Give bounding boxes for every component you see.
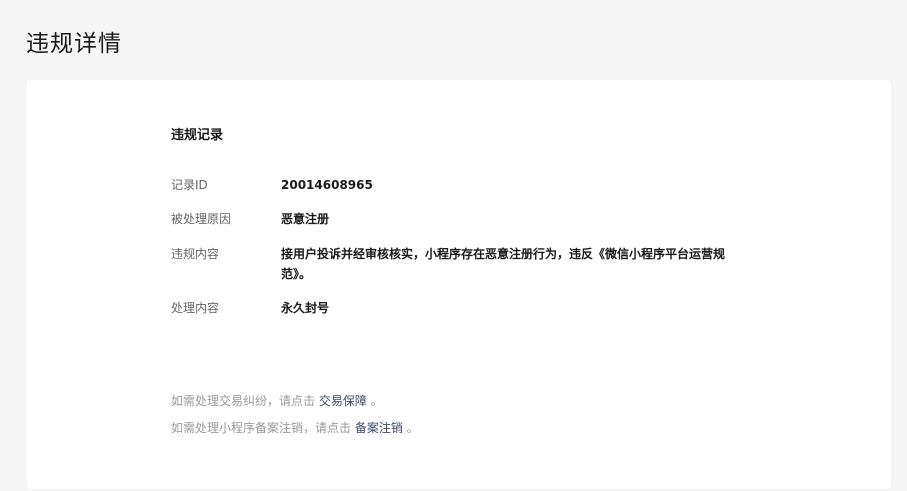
reason-value: 恶意注册	[281, 212, 330, 226]
trade-protection-link[interactable]: 交易保障	[319, 394, 367, 408]
filing-cancel-note: 如需处理小程序备案注销，请点击 备案注销 。	[171, 418, 419, 438]
violation-detail-card: 违规记录 记录ID 20014608965 被处理原因 恶意注册 违规内容 接用…	[27, 80, 891, 489]
filing-note-suffix: 。	[402, 421, 419, 435]
section-title: 违规记录	[171, 128, 224, 143]
page-title: 违规详情	[26, 31, 122, 57]
record-id-label: 记录ID	[171, 178, 208, 192]
filing-note-prefix: 如需处理小程序备案注销，请点击	[171, 421, 355, 435]
violation-content-label: 违规内容	[171, 247, 220, 261]
reason-label: 被处理原因	[171, 212, 232, 226]
trade-dispute-note: 如需处理交易纠纷，请点击 交易保障 。	[171, 391, 383, 411]
penalty-label: 处理内容	[171, 301, 220, 315]
violation-content-value: 接用户投诉并经审核核实，小程序存在恶意注册行为，违反《微信小程序平台运营规范》。	[281, 247, 726, 281]
filing-cancel-link[interactable]: 备案注销	[355, 421, 403, 435]
record-id-value: 20014608965	[281, 178, 373, 192]
trade-note-suffix: 。	[366, 394, 383, 408]
trade-note-prefix: 如需处理交易纠纷，请点击	[171, 394, 319, 408]
penalty-value: 永久封号	[281, 301, 330, 315]
